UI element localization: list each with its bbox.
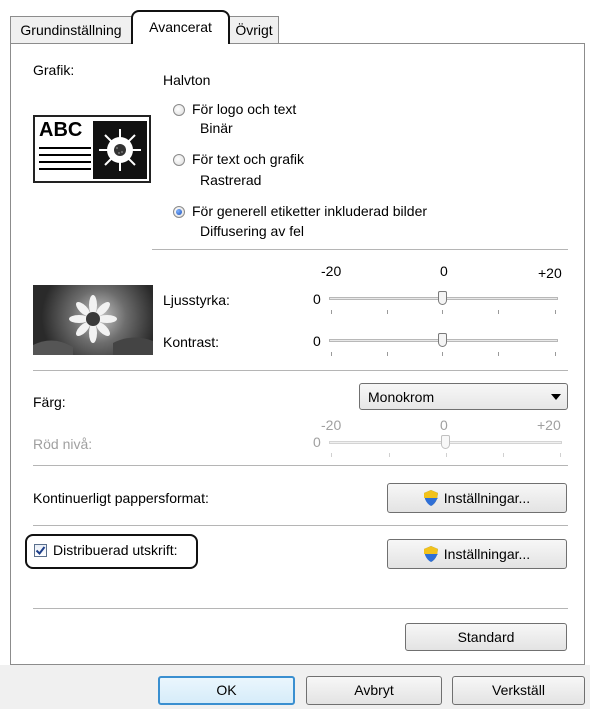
checkmark-icon	[35, 546, 46, 556]
cancel-button[interactable]: Avbryt	[306, 676, 442, 705]
chevron-down-icon	[551, 394, 561, 400]
red-scale-min: -20	[321, 417, 342, 433]
distributed-checkbox[interactable]	[34, 544, 47, 557]
brightness-value: 0	[313, 291, 321, 307]
shield-icon	[423, 546, 438, 562]
red-level-label: Röd nivå:	[33, 436, 93, 452]
tab-other-label: Övrigt	[235, 22, 273, 38]
continuous-paper-label: Kontinuerligt pappersformat:	[33, 490, 209, 506]
radio-general-labels[interactable]	[173, 206, 185, 218]
radio-general-labels-label: För generell etiketter inkluderad bilder	[192, 203, 428, 219]
color-label: Färg:	[33, 394, 66, 410]
red-level-value: 0	[313, 434, 321, 450]
photo-preview-image	[33, 285, 153, 355]
divider	[33, 465, 568, 466]
cancel-button-label: Avbryt	[354, 682, 394, 698]
tab-basic[interactable]: Grundinställning	[10, 16, 132, 43]
red-scale-max: +20	[537, 417, 561, 433]
continuous-settings-button[interactable]: Inställningar...	[387, 483, 567, 513]
distributed-label: Distribuerad utskrift:	[53, 542, 178, 558]
brightness-label: Ljusstyrka:	[163, 292, 230, 308]
color-select-value: Monokrom	[368, 389, 435, 405]
halftone-label: Halvton	[163, 72, 211, 88]
tab-other[interactable]: Övrigt	[229, 16, 279, 43]
distributed-settings-button[interactable]: Inställningar...	[387, 539, 567, 569]
tab-basic-label: Grundinställning	[20, 22, 122, 38]
standard-button-label: Standard	[457, 629, 515, 645]
divider	[152, 249, 568, 250]
distributed-settings-label: Inställningar...	[443, 546, 531, 562]
adjust-scale-mid: 0	[440, 263, 448, 279]
graphics-label: Grafik:	[33, 62, 75, 78]
divider	[33, 370, 568, 371]
divider	[33, 525, 568, 526]
graphics-preview-text: ABC	[39, 119, 83, 141]
brightness-slider-thumb[interactable]	[438, 291, 447, 305]
graphics-preview-icon: ABC	[33, 115, 151, 183]
apply-button[interactable]: Verkställ	[452, 676, 585, 705]
radio-logo-text-label: För logo och text	[192, 101, 297, 117]
tab-advanced[interactable]: Avancerat	[131, 10, 230, 44]
radio-general-labels-sub: Diffusering av fel	[200, 223, 305, 239]
tab-advanced-label: Avancerat	[149, 19, 212, 35]
flower-halftone-icon	[99, 129, 141, 171]
red-scale-mid: 0	[440, 417, 448, 433]
sunflower-photo-icon	[33, 295, 153, 355]
standard-button[interactable]: Standard	[405, 623, 567, 651]
ok-button[interactable]: OK	[158, 676, 295, 705]
radio-logo-text[interactable]	[173, 104, 185, 116]
contrast-label: Kontrast:	[163, 334, 220, 350]
continuous-settings-label: Inställningar...	[443, 490, 531, 506]
radio-logo-text-sub: Binär	[200, 120, 233, 136]
contrast-slider-thumb[interactable]	[438, 333, 447, 347]
red-level-slider-thumb	[441, 435, 450, 449]
divider	[33, 608, 568, 609]
apply-button-label: Verkställ	[492, 682, 545, 698]
color-select[interactable]: Monokrom	[359, 383, 568, 410]
radio-text-graphics[interactable]	[173, 154, 185, 166]
ok-button-label: OK	[216, 682, 237, 698]
contrast-value: 0	[313, 333, 321, 349]
radio-text-graphics-label: För text och grafik	[192, 151, 305, 167]
adjust-scale-max: +20	[538, 265, 562, 281]
radio-text-graphics-sub: Rastrerad	[200, 172, 262, 188]
adjust-scale-min: -20	[321, 263, 342, 279]
shield-icon	[423, 490, 438, 506]
